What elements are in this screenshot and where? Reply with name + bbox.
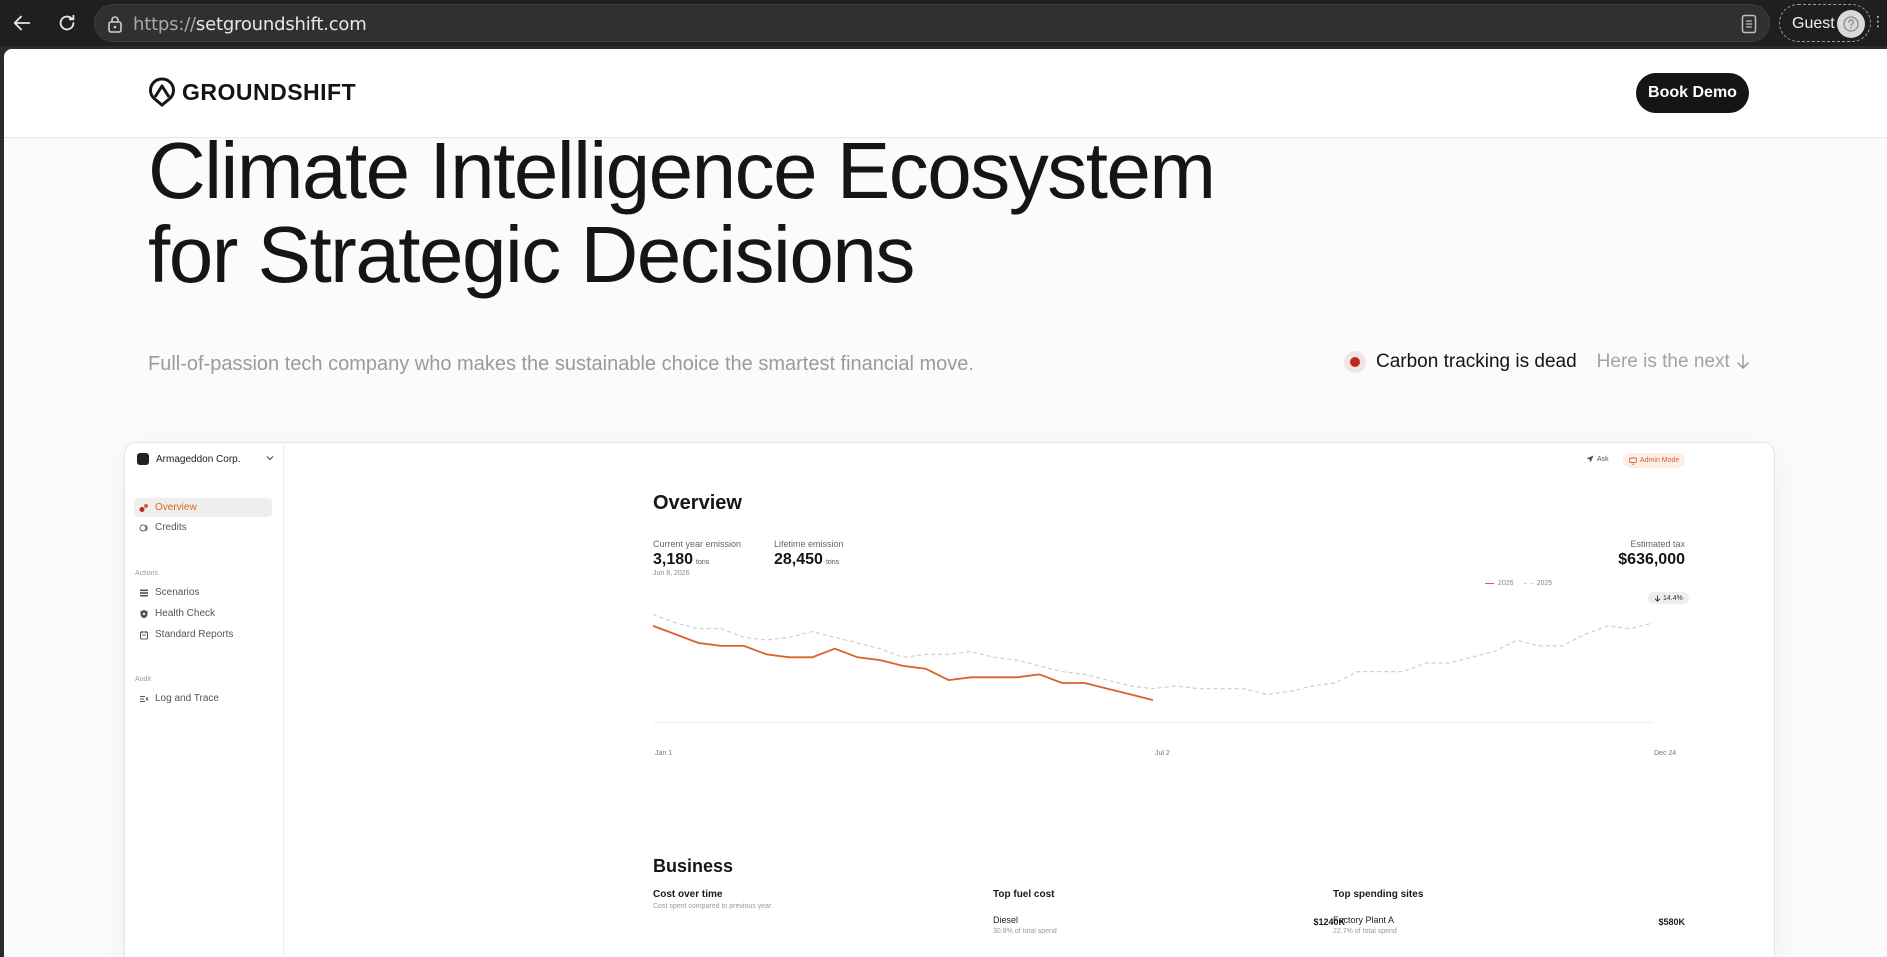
sidebar-item-label: Standard Reports	[155, 629, 234, 640]
overview-title: Overview	[653, 492, 742, 514]
fuel-item-share: 30.8% of total spend	[993, 928, 1057, 935]
series-line-2026	[653, 626, 1153, 700]
brand-wordmark: GROUNDSHIFT	[182, 78, 357, 105]
current-emission-value: 3,180 tons	[653, 551, 710, 568]
site-item-value: $580K	[1658, 917, 1685, 927]
sidebar-item-label: Overview	[155, 502, 197, 513]
status-dot-icon	[1344, 351, 1366, 373]
legend-item-2025: 2025	[1523, 580, 1552, 587]
admin-mode-label: Admin Mode	[1640, 457, 1680, 464]
hero-title-line-2: for Strategic Decisions	[148, 210, 915, 299]
sidebar-section-audit: Audit	[135, 676, 151, 683]
estimated-tax-value: $636,000	[1618, 551, 1685, 568]
groundshift-logo-icon	[148, 77, 176, 107]
sidebar-item-label: Credits	[155, 522, 187, 533]
shield-icon	[140, 609, 148, 618]
next-link-label: Here is the next	[1596, 351, 1730, 372]
app-main: Ask Admin Mode Overview Current year emi…	[285, 443, 1774, 957]
arrow-down-icon	[1736, 354, 1749, 369]
url-host: setgroundshift.com	[195, 14, 367, 35]
fuel-item-label: Diesel	[993, 915, 1019, 925]
arrow-left-icon	[13, 15, 31, 31]
sidebar-item-label: Scenarios	[155, 587, 200, 598]
send-icon	[1586, 455, 1594, 463]
org-switcher[interactable]: Armageddon Corp.	[137, 453, 274, 465]
next-link[interactable]: Here is the next	[1597, 351, 1750, 373]
status-text: Carbon tracking is dead	[1376, 351, 1577, 372]
profile-button[interactable]: Guest	[1779, 4, 1871, 42]
app-sidebar: Armageddon Corp. Overview Credits Action…	[125, 443, 284, 957]
url-text: https://setgroundshift.com	[133, 14, 367, 35]
hero-subtitle: Full-of-passion tech company who makes t…	[148, 353, 974, 375]
log-icon	[140, 695, 149, 702]
menu-dots-icon[interactable]: ⋮	[1871, 13, 1885, 30]
admin-mode-badge[interactable]: Admin Mode	[1623, 453, 1686, 468]
series-line-2025	[653, 614, 1653, 694]
sidebar-section-actions: Actions	[135, 570, 158, 577]
tax-change-badge: 14.4%	[1648, 592, 1689, 604]
business-title: Business	[653, 856, 734, 876]
monitor-icon	[1629, 457, 1637, 465]
hero-title: Climate Intelligence Ecosystem for Strat…	[148, 126, 1216, 299]
profile-label: Guest	[1792, 15, 1835, 32]
address-bar[interactable]: https://setgroundshift.com	[94, 4, 1770, 42]
estimated-tax-label: Estimated tax	[1630, 539, 1685, 549]
site-item-label: Factory Plant A	[1333, 915, 1395, 925]
site-header: GROUNDSHIFT Book Demo	[4, 49, 1887, 138]
sidebar-item-health-check[interactable]: Health Check	[134, 604, 272, 623]
site-info-icon[interactable]	[107, 15, 123, 33]
top-fuel-cost-title: Top fuel cost	[993, 889, 1055, 900]
hero-title-line-1: Climate Intelligence Ecosystem	[148, 126, 1216, 215]
site-item-share: 22.7% of total spend	[1333, 928, 1397, 935]
top-spending-sites-title: Top spending sites	[1333, 889, 1424, 900]
sidebar-item-log-trace[interactable]: Log and Trace	[134, 689, 272, 708]
x-tick-label: Jan 1	[655, 750, 673, 757]
reading-mode-icon[interactable]	[1741, 14, 1757, 34]
book-demo-button[interactable]: Book Demo	[1636, 73, 1749, 113]
reports-icon	[140, 630, 148, 639]
overview-icon	[139, 503, 148, 512]
lifetime-emission-label: Lifetime emission	[774, 539, 844, 549]
sidebar-item-standard-reports[interactable]: Standard Reports	[134, 625, 272, 644]
reload-icon	[59, 14, 75, 31]
web-page: GROUNDSHIFT Book Demo Climate Intelligen…	[4, 49, 1887, 957]
emission-line-chart	[653, 603, 1653, 723]
org-name: Armageddon Corp.	[156, 453, 241, 465]
lifetime-emission-value: 28,450 tons	[774, 551, 840, 568]
x-tick-label: Dec 24	[1654, 750, 1677, 757]
cost-over-time-sub: Cost spent compared to previous year.	[653, 903, 773, 910]
legend-item-2026: 2026	[1485, 580, 1514, 587]
layers-icon	[140, 589, 148, 596]
credits-icon	[139, 524, 148, 531]
sidebar-item-overview[interactable]: Overview	[134, 498, 272, 517]
back-button[interactable]	[8, 9, 36, 37]
brand-logo[interactable]: GROUNDSHIFT	[148, 77, 356, 107]
org-logo-icon	[137, 453, 149, 465]
status-callout: Carbon tracking is dead Here is the next	[1344, 351, 1750, 373]
dashboard-preview: Armageddon Corp. Overview Credits Action…	[124, 442, 1775, 957]
browser-toolbar: https://setgroundshift.com Guest ⋮	[0, 0, 1887, 46]
x-tick-label: Jul 2	[1155, 750, 1170, 757]
chevron-down-icon	[266, 456, 274, 461]
sidebar-item-credits[interactable]: Credits	[134, 518, 272, 537]
current-emission-date: Jun 8, 2026	[653, 570, 690, 577]
cost-over-time-title: Cost over time	[653, 889, 723, 900]
chart-legend: 2026 2025	[1485, 580, 1552, 587]
ask-label: Ask	[1597, 455, 1609, 463]
ask-button[interactable]: Ask	[1586, 455, 1609, 463]
sidebar-item-label: Log and Trace	[155, 693, 219, 704]
current-emission-label: Current year emission	[653, 539, 742, 549]
reload-button[interactable]	[53, 9, 81, 37]
sidebar-item-label: Health Check	[155, 608, 216, 619]
sidebar-item-scenarios[interactable]: Scenarios	[134, 583, 272, 602]
arrow-down-icon	[1654, 595, 1661, 602]
url-protocol: https://	[133, 14, 196, 35]
guest-avatar-icon	[1837, 10, 1865, 38]
